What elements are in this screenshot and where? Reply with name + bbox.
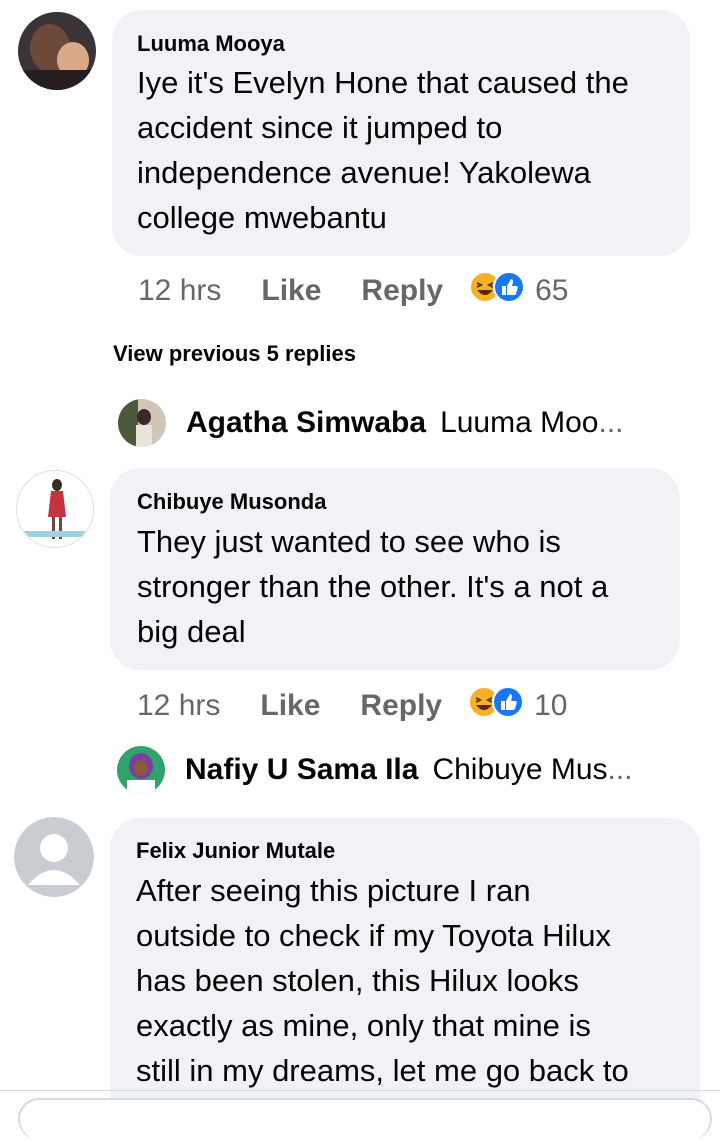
reply-ellipsis: ... [607, 753, 633, 786]
reactions-summary[interactable]: 65 [469, 271, 569, 311]
comment-input[interactable] [18, 1098, 712, 1140]
comment-text-line: outside to check if my Toyota Hilux [136, 918, 611, 953]
comment-text-line: big deal [137, 614, 246, 649]
comment-text-line: They just wanted to see who is [137, 524, 561, 559]
reply-snippet: Luuma Moo [440, 406, 599, 439]
like-reaction-icon [493, 271, 526, 311]
avatar-chibuye-musonda[interactable] [16, 470, 94, 548]
reply-button[interactable]: Reply [360, 689, 442, 723]
reply-preview[interactable]: Nafiy U Sama Ila Chibuye Mus... [117, 746, 633, 794]
like-button[interactable]: Like [261, 274, 321, 308]
comment-text-line: Iye it's Evelyn Hone that caused the [137, 65, 629, 100]
reply-ellipsis: ... [598, 406, 624, 439]
reactions-summary[interactable]: 10 [468, 686, 568, 726]
comment-author[interactable]: Felix Junior Mutale [136, 838, 335, 864]
like-button[interactable]: Like [260, 689, 320, 723]
comment-timestamp[interactable]: 12 hrs [137, 689, 220, 723]
reply-snippet: Chibuye Mus [432, 753, 608, 786]
comment-author[interactable]: Chibuye Musonda [137, 489, 326, 515]
comment-author[interactable]: Luuma Mooya [137, 31, 285, 57]
divider [0, 1090, 720, 1091]
comment-text-line: After seeing this picture I ran [136, 873, 531, 908]
avatar-agatha-simwaba [118, 399, 166, 447]
comment-actions: 12 hrs Like Reply 65 [138, 271, 569, 311]
reply-button[interactable]: Reply [361, 274, 443, 308]
avatar-nafiy-u-sama-ila [117, 746, 165, 794]
comment-text-line: college mwebantu [137, 200, 387, 235]
reaction-count: 65 [535, 274, 569, 307]
comment-text-line: still in my dreams, let me go back to [136, 1053, 629, 1088]
reply-preview[interactable]: Agatha Simwaba Luuma Moo... [118, 399, 624, 447]
comment-text-line: exactly as mine, only that mine is [136, 1008, 591, 1043]
view-previous-replies-link[interactable]: View previous 5 replies [113, 341, 356, 367]
reply-author: Agatha Simwaba [186, 406, 427, 439]
like-reaction-icon [492, 686, 525, 726]
person-silhouette-icon[interactable] [14, 817, 94, 897]
comment-actions: 12 hrs Like Reply 10 [137, 686, 568, 726]
comment-text-line: has been stolen, this Hilux looks [136, 963, 579, 998]
avatar-luuma-mooya[interactable] [18, 12, 96, 90]
comment-text-line: accident since it jumped to [137, 110, 503, 145]
comment-text-line: independence avenue! Yakolewa [137, 155, 591, 190]
comment-text-line: stronger than the other. It's a not a [137, 569, 609, 604]
reply-author: Nafiy U Sama Ila [185, 753, 419, 786]
reaction-count: 10 [534, 689, 568, 722]
comment-timestamp[interactable]: 12 hrs [138, 274, 221, 308]
